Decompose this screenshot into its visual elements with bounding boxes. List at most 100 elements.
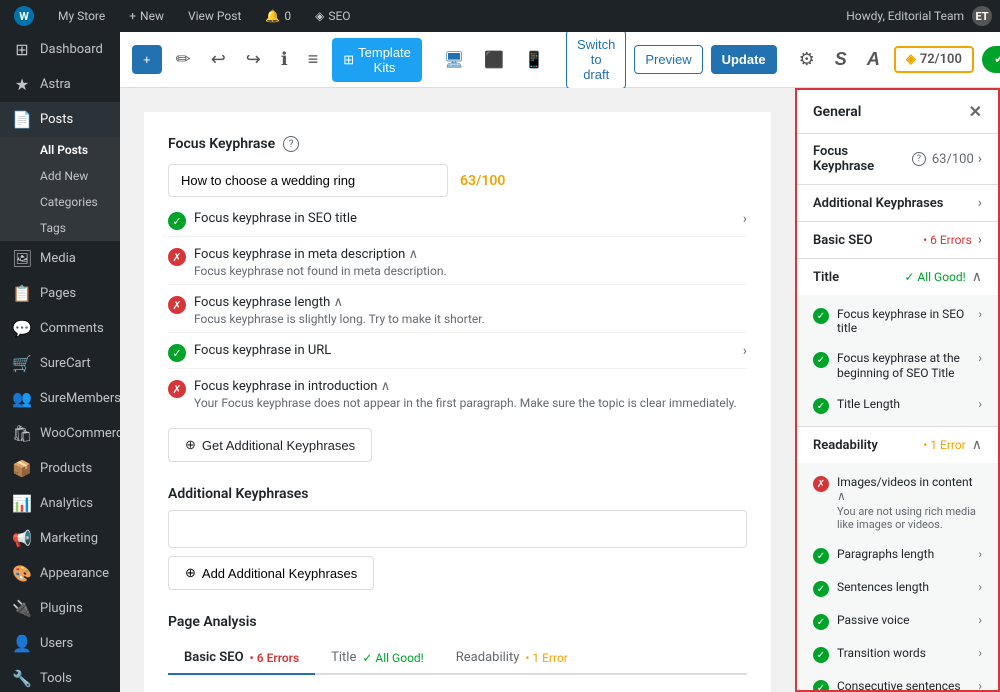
- sidebar-item-appearance[interactable]: 🎨 Appearance: [0, 556, 120, 591]
- new-icon: +: [129, 9, 136, 23]
- keyphrase-input[interactable]: [168, 164, 448, 197]
- admin-bar-store-label: My Store: [58, 9, 105, 23]
- sidebar-item-tools[interactable]: 🔧 Tools: [0, 661, 120, 692]
- dashboard-icon: ⊞: [12, 40, 32, 59]
- tab-readability[interactable]: Readability • 1 Error: [440, 642, 584, 675]
- panel-sub-arrow-seo-beginning: ›: [978, 351, 982, 365]
- submenu-tags[interactable]: Tags: [0, 215, 120, 241]
- sidebar-item-analytics[interactable]: 📊 Analytics: [0, 486, 120, 521]
- focus-keyphrase-info-icon-panel[interactable]: ?: [912, 152, 926, 166]
- panel-sub-images-videos[interactable]: ✗ Images/videos in content ∧ You are not…: [797, 467, 998, 539]
- check-arrow-url[interactable]: ›: [743, 343, 747, 359]
- add-block-button[interactable]: +: [132, 45, 162, 74]
- additional-keyphrases-input[interactable]: [168, 510, 747, 548]
- desktop-view-button[interactable]: 🖥: [438, 46, 470, 74]
- panel-sub-icon-title-length: ✓: [813, 398, 829, 414]
- admin-bar-store[interactable]: My Store: [52, 0, 111, 32]
- sidebar-item-plugins[interactable]: 🔌 Plugins: [0, 591, 120, 626]
- admin-bar-new[interactable]: + New: [123, 0, 170, 32]
- tab-title[interactable]: Title ✓ All Good!: [315, 642, 440, 675]
- list-button[interactable]: ≡: [302, 43, 325, 76]
- sidebar-item-media[interactable]: 🖼 Media: [0, 241, 120, 276]
- panel-title-row[interactable]: Title ✓ All Good! ∧: [797, 259, 998, 295]
- admin-bar-wp-logo[interactable]: W: [8, 0, 40, 32]
- tablet-view-button[interactable]: ⬛: [478, 46, 510, 74]
- update-button[interactable]: Update: [711, 45, 777, 74]
- aio-button[interactable]: A: [861, 43, 886, 76]
- sidebar-item-posts[interactable]: 📄 Posts: [0, 102, 120, 137]
- sidebar-item-surecart[interactable]: 🛒 SureCart: [0, 346, 120, 381]
- sidebar-item-users[interactable]: 👤 Users: [0, 626, 120, 661]
- panel-sub-label-sentences: Sentences length: [837, 580, 970, 594]
- panel-additional-keyphrases-row[interactable]: Additional Keyphrases ›: [797, 185, 998, 221]
- preview-button[interactable]: Preview: [634, 45, 702, 74]
- sidebar-item-dashboard[interactable]: ⊞ Dashboard: [0, 32, 120, 67]
- panel-sub-passive-voice[interactable]: ✓ Passive voice ›: [797, 605, 998, 638]
- panel-sub-label-seo-beginning: Focus keyphrase at the beginning of SEO …: [837, 351, 960, 380]
- readability-score-badge[interactable]: ✓ 84/100: [982, 46, 1000, 73]
- panel-basic-seo-badge: • 6 Errors: [923, 233, 972, 247]
- submenu-categories[interactable]: Categories: [0, 189, 120, 215]
- check-arrow-seo-title[interactable]: ›: [743, 211, 747, 227]
- panel-sub-consecutive-sentences[interactable]: ✓ Consecutive sentences ›: [797, 671, 998, 692]
- get-additional-keyphrases-button[interactable]: ⊕ Get Additional Keyphrases: [168, 428, 372, 462]
- mobile-view-button[interactable]: 📱: [518, 46, 550, 74]
- sidebar-item-comments[interactable]: 💬 Comments: [0, 311, 120, 346]
- additional-keyphrases-section: Additional Keyphrases ⊕ Add Additional K…: [168, 486, 747, 590]
- sidebar-item-label-astra: Astra: [40, 77, 71, 92]
- redo-button[interactable]: ↪: [240, 43, 267, 76]
- content-area: Focus Keyphrase ? 63/100 ✓: [120, 88, 1000, 692]
- submenu-all-posts[interactable]: All Posts: [0, 137, 120, 163]
- panel-sub-icon-images-videos: ✗: [813, 476, 829, 492]
- panel-sub-paragraphs[interactable]: ✓ Paragraphs length ›: [797, 539, 998, 572]
- sidebar-item-products[interactable]: 📦 Products: [0, 451, 120, 486]
- shop-button[interactable]: S: [829, 43, 853, 76]
- editor-panel: Focus Keyphrase ? 63/100 ✓: [120, 88, 795, 692]
- panel-sub-text-seo-beginning: Focus keyphrase at the beginning of SEO …: [837, 351, 970, 381]
- admin-bar-notif[interactable]: 🔔 0: [259, 0, 297, 32]
- tab-basic-seo[interactable]: Basic SEO • 6 Errors: [168, 642, 315, 675]
- check-label-length: Focus keyphrase length ∧: [194, 295, 747, 310]
- sidebar-item-label-posts: Posts: [40, 112, 73, 127]
- panel-sub-seo-title[interactable]: ✓ Focus keyphrase in SEO title ›: [797, 299, 998, 343]
- panel-sub-title-length[interactable]: ✓ Title Length ›: [797, 389, 998, 422]
- panel-basic-seo-row[interactable]: Basic SEO • 6 Errors ›: [797, 222, 998, 258]
- tab-basic-seo-badge: • 6 Errors: [250, 651, 300, 665]
- sidebar-item-label-suremembers: SureMembers: [40, 391, 120, 406]
- panel-sub-seo-beginning[interactable]: ✓ Focus keyphrase at the beginning of SE…: [797, 343, 998, 389]
- tab-title-label: Title: [331, 650, 356, 665]
- seo-score-badge[interactable]: ◈ 72/100: [894, 46, 974, 73]
- woocommerce-icon: 🛍: [12, 424, 32, 443]
- sidebar-item-astra[interactable]: ★ Astra: [0, 67, 120, 102]
- sidebar-item-pages[interactable]: 📋 Pages: [0, 276, 120, 311]
- panel-sub-icon-seo-title: ✓: [813, 308, 829, 324]
- seo-icon: ◈: [315, 9, 324, 23]
- submenu-add-new[interactable]: Add New: [0, 163, 120, 189]
- sidebar-item-woocommerce[interactable]: 🛍 WooCommerce: [0, 416, 120, 451]
- panel-additional-keyphrases-title: Additional Keyphrases: [813, 196, 978, 211]
- panel-sub-sentences[interactable]: ✓ Sentences length ›: [797, 572, 998, 605]
- template-kits-button[interactable]: ⊞ Template Kits: [332, 38, 422, 82]
- sidebar-item-label-products: Products: [40, 461, 92, 476]
- panel-focus-keyphrase-row[interactable]: Focus Keyphrase ? 63/100 ›: [797, 134, 998, 184]
- panel-basic-seo-title: Basic SEO: [813, 233, 923, 248]
- sidebar-item-marketing[interactable]: 📢 Marketing: [0, 521, 120, 556]
- undo-button[interactable]: ↩: [205, 43, 232, 76]
- check-text-seo-title: Focus keyphrase in SEO title: [194, 211, 735, 226]
- panel-readability-row[interactable]: Readability • 1 Error ∧: [797, 427, 998, 463]
- settings-gear-button[interactable]: ⚙: [793, 43, 821, 76]
- admin-bar-seo[interactable]: ◈ SEO: [309, 0, 356, 32]
- panel-sub-transition-words[interactable]: ✓ Transition words ›: [797, 638, 998, 671]
- plus-circle-icon-2: ⊕: [185, 565, 196, 581]
- sidebar-item-suremembers[interactable]: 👥 SureMembers: [0, 381, 120, 416]
- panel-close-button[interactable]: ✕: [969, 102, 982, 121]
- admin-bar-avatar[interactable]: ET: [972, 6, 992, 26]
- add-additional-keyphrases-button[interactable]: ⊕ Add Additional Keyphrases: [168, 556, 374, 590]
- pencil-button[interactable]: ✏: [170, 43, 197, 76]
- admin-bar-view-post[interactable]: View Post: [182, 0, 247, 32]
- info-button[interactable]: ℹ: [275, 43, 294, 76]
- keyphrase-bar: 63/100: [168, 164, 747, 197]
- appearance-icon: 🎨: [12, 564, 32, 583]
- switch-draft-button[interactable]: Switch to draft: [566, 32, 626, 89]
- focus-keyphrase-info-icon[interactable]: ?: [283, 136, 299, 152]
